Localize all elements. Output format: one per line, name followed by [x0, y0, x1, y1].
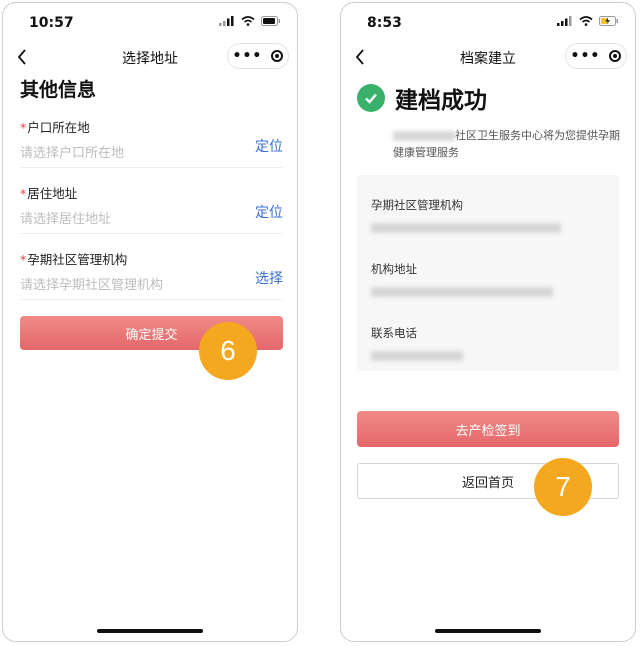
blurred-phone-value	[371, 345, 463, 364]
step-badge-7: 7	[534, 458, 592, 516]
home-indicator	[97, 629, 203, 633]
phone-screen-select-address: 10:57 选择地址 ••• 其他信息 *户口所在地 请选择户口所在地 定位 *…	[2, 2, 298, 642]
wifi-icon	[579, 16, 593, 26]
signal-icon	[557, 16, 572, 26]
home-indicator	[435, 629, 541, 633]
field-label-text: 居住地址	[27, 186, 78, 201]
info-label-phone: 联系电话	[371, 326, 417, 340]
blurred-institution-value	[371, 217, 561, 236]
divider	[20, 167, 283, 168]
target-circle-icon[interactable]	[609, 50, 622, 62]
required-mark: *	[20, 252, 27, 267]
required-mark: *	[20, 120, 27, 135]
status-time: 10:57	[29, 15, 74, 31]
status-bar: 10:57	[3, 3, 297, 43]
field-placeholder[interactable]: 请选择孕期社区管理机构	[20, 274, 283, 293]
field-label-text: 孕期社区管理机构	[27, 252, 128, 267]
blurred-center-name	[393, 131, 455, 141]
nav-bar: 档案建立 •••	[341, 43, 635, 73]
more-dots-icon[interactable]: •••	[571, 49, 601, 63]
system-icons	[219, 16, 281, 26]
field-placeholder[interactable]: 请选择户口所在地	[20, 142, 283, 161]
field-community-institution[interactable]: *孕期社区管理机构 请选择孕期社区管理机构 选择	[20, 249, 283, 301]
system-icons	[557, 16, 619, 26]
blurred-address-value	[371, 281, 553, 300]
wifi-icon	[241, 16, 255, 26]
step-badge-6: 6	[199, 322, 257, 380]
mini-program-capsule: •••	[227, 43, 289, 69]
status-time: 8:53	[367, 15, 402, 31]
field-residence-address[interactable]: *居住地址 请选择居住地址 定位	[20, 183, 283, 235]
status-bar: 8:53	[341, 3, 635, 43]
nav-bar: 选择地址 •••	[3, 43, 297, 73]
info-card: 孕期社区管理机构 机构地址 联系电话	[357, 175, 619, 371]
battery-icon	[261, 16, 280, 26]
field-label-text: 户口所在地	[27, 120, 90, 135]
phone-screen-file-created: 8:53 档案建立 ••• 建档成功 社区卫生服务中心将为您提供孕期健康管理服务…	[340, 2, 636, 642]
checkin-button[interactable]: 去产检签到	[357, 411, 619, 447]
divider	[20, 233, 283, 234]
target-circle-icon[interactable]	[271, 50, 284, 62]
service-notice: 社区卫生服务中心将为您提供孕期健康管理服务	[393, 127, 621, 161]
field-hukou-location[interactable]: *户口所在地 请选择户口所在地 定位	[20, 117, 283, 169]
locate-link[interactable]: 定位	[255, 136, 283, 156]
select-link[interactable]: 选择	[255, 268, 283, 288]
info-label-institution: 孕期社区管理机构	[371, 198, 463, 212]
more-dots-icon[interactable]: •••	[233, 49, 263, 63]
field-label: *孕期社区管理机构	[20, 249, 283, 268]
field-label: *户口所在地	[20, 117, 283, 136]
required-mark: *	[20, 186, 27, 201]
field-label: *居住地址	[20, 183, 283, 202]
signal-icon	[219, 16, 234, 26]
success-header: 建档成功	[357, 81, 487, 115]
battery-charging-icon	[599, 16, 618, 26]
section-title: 其他信息	[20, 79, 97, 101]
locate-link[interactable]: 定位	[255, 202, 283, 222]
success-title: 建档成功	[395, 88, 487, 114]
mini-program-capsule: •••	[565, 43, 627, 69]
info-label-address: 机构地址	[371, 262, 417, 276]
divider	[20, 299, 283, 300]
check-circle-icon	[357, 84, 385, 112]
field-placeholder[interactable]: 请选择居住地址	[20, 208, 283, 227]
